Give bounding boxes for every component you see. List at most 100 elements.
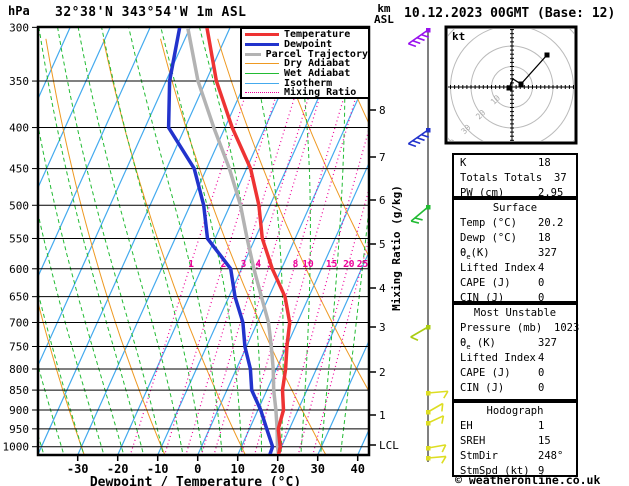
most-unstable-panel-row: θe (K) 327 xyxy=(454,336,576,351)
row-label: θe (K) xyxy=(460,337,496,352)
row-label: CAPE (J) xyxy=(460,367,511,379)
km-tick-label: 3 xyxy=(379,321,386,334)
temp-tick-label: 10 xyxy=(230,462,244,476)
pressure-tick-label: 550 xyxy=(9,232,29,245)
wind-barb-icon xyxy=(426,455,447,464)
skewt-sounding-app: 1 2 3 4 5 8 10 15 20 25 300 350 400 450 500 550 600 650 70… xyxy=(0,0,629,486)
hodograph-marker xyxy=(518,81,524,87)
temp-tick-label: 0 xyxy=(194,462,201,476)
indices-panel-row: Totals Totals 37 xyxy=(454,171,576,186)
km-tick-label: 4 xyxy=(379,282,386,295)
hodograph-panel: Hodograph EH 1 SREH 15 StmDir 248° StmSpd (kt) 9 xyxy=(452,401,578,477)
mixing-ratio-axis-title: Mixing Ratio (g/kg) xyxy=(390,185,403,311)
surface-panel-title: Surface xyxy=(492,202,538,214)
most-unstable-panel-row: CIN (J) 0 xyxy=(454,381,576,396)
row-value: 1 xyxy=(538,420,545,432)
legend-swatch-icon xyxy=(245,82,279,84)
row-value: 18 xyxy=(538,232,551,244)
surface-panel: Surface Temp (°C) 20.2 Dewp (°C) 18 θe(K) 327 L… xyxy=(452,198,578,304)
legend-label: Mixing Ratio xyxy=(284,87,357,99)
legend-label: Wet Adiabat xyxy=(284,68,351,80)
pressure-tick-label: 1000 xyxy=(3,441,30,454)
temp-tick-label: 30 xyxy=(310,462,324,476)
altitude-unit-label: km ASL xyxy=(374,2,394,26)
row-value: 1023 xyxy=(554,322,580,334)
row-label: EH xyxy=(460,420,473,432)
km-tick-label: 8 xyxy=(379,104,386,117)
row-label: Totals Totals xyxy=(460,172,543,184)
row-value: 0 xyxy=(538,367,545,379)
km-tick-label: 7 xyxy=(379,151,386,164)
wind-barb-icon xyxy=(426,444,447,453)
hodograph-panel-title: Hodograph xyxy=(486,405,544,417)
temp-tick-label: -10 xyxy=(147,462,169,476)
station-title: 32°38'N 343°54'W 1m ASL xyxy=(55,5,247,20)
temp-tick-label: 20 xyxy=(270,462,284,476)
most-unstable-panel: Most Unstable Pressure (mb) 1023 θe (K) 327 L… xyxy=(452,303,580,401)
surface-panel-row: Lifted Index 4 xyxy=(454,261,576,276)
most-unstable-panel-row: CAPE (J) 0 xyxy=(454,366,576,381)
surface-panel-row: CAPE (J) 0 xyxy=(454,276,576,291)
legend-swatch-icon xyxy=(245,92,279,94)
hodograph-panel-row: StmDir 248° xyxy=(454,449,576,464)
pressure-unit-label: hPa xyxy=(8,4,30,18)
pressure-tick-label: 800 xyxy=(9,363,29,376)
km-tick-label: 5 xyxy=(379,238,386,251)
hodograph-unit-label: kt xyxy=(452,30,465,43)
row-label: K xyxy=(460,157,467,169)
wind-barb-icon xyxy=(407,28,431,48)
pressure-tick-label: 300 xyxy=(9,21,29,34)
legend-item: Dewpoint xyxy=(245,40,368,50)
pressure-tick-label: 600 xyxy=(9,263,29,276)
legend-swatch-icon xyxy=(245,33,279,37)
hodograph-panel-row: SREH 15 xyxy=(454,434,576,449)
legend-item: Mixing Ratio xyxy=(245,88,368,98)
surface-panel-row: Dewp (°C) 18 xyxy=(454,231,576,246)
most-unstable-panel-title: Most Unstable xyxy=(473,307,557,319)
row-value: 15 xyxy=(538,435,551,447)
temp-tick-label: -20 xyxy=(107,462,129,476)
wind-barb-icon xyxy=(407,128,431,148)
credit-label: © weatheronline.co.uk xyxy=(455,473,601,486)
wind-barb-column xyxy=(407,28,449,464)
indices-panel: K 18 Totals Totals 37 PW (cm) 2.95 xyxy=(452,153,578,199)
pressure-tick-label: 900 xyxy=(9,404,29,417)
hodograph-marker xyxy=(544,52,550,58)
row-label: StmDir xyxy=(460,450,498,462)
row-value: 18 xyxy=(538,157,551,169)
row-value: 4 xyxy=(538,352,545,364)
row-value: 0 xyxy=(538,382,545,394)
row-label: SREH xyxy=(460,435,486,447)
pressure-tick-label: 700 xyxy=(9,316,29,329)
hodograph-plot: 10203040kt xyxy=(444,25,578,145)
pressure-tick-label: 350 xyxy=(9,75,29,88)
pressure-tick-label: 400 xyxy=(9,122,29,135)
lcl-label: LCL xyxy=(379,439,399,452)
datetime-label: 10.12.2023 00GMT (Base: 12) xyxy=(404,6,616,21)
row-label: CIN (J) xyxy=(460,382,505,394)
row-value: 37 xyxy=(554,172,567,184)
most-unstable-panel-row: Pressure (mb) 1023 xyxy=(454,321,580,336)
temp-axis-title: Dewpoint / Temperature (°C) xyxy=(90,475,301,486)
wind-barb-icon xyxy=(426,390,449,399)
row-label: Lifted Index xyxy=(460,262,536,274)
pressure-tick-label: 850 xyxy=(9,384,29,397)
most-unstable-panel-row: Lifted Index 4 xyxy=(454,351,576,366)
legend-label: Dewpoint xyxy=(284,39,333,51)
row-label: Pressure (mb) xyxy=(460,322,543,334)
row-label: Lifted Index xyxy=(460,352,536,364)
surface-panel-row: Temp (°C) 20.2 xyxy=(454,216,576,231)
row-value: 4 xyxy=(538,262,545,274)
legend-swatch-icon xyxy=(245,63,279,65)
chart-legend: Temperature Dewpoint Parcel Trajectory Dry … xyxy=(240,27,370,99)
legend-swatch-icon xyxy=(245,52,261,56)
row-value: 0 xyxy=(538,277,545,289)
surface-panel-row: θe(K) 327 xyxy=(454,246,576,261)
temp-tick-label: -30 xyxy=(67,462,89,476)
wind-barb-icon xyxy=(426,415,445,426)
pressure-tick-label: 450 xyxy=(9,163,29,176)
row-value: 327 xyxy=(538,247,557,259)
legend-swatch-icon xyxy=(245,43,279,47)
hodograph-marker xyxy=(506,85,512,91)
row-label: Temp (°C) xyxy=(460,217,517,229)
